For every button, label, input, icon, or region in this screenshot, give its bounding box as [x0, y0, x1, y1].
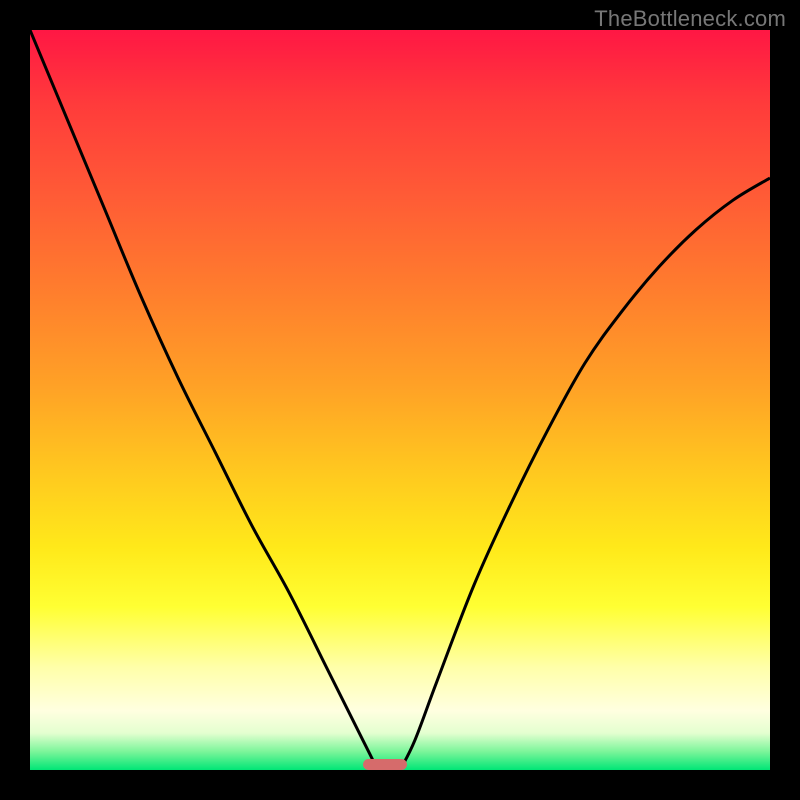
- plot-area: [30, 30, 770, 770]
- curve-left: [30, 30, 378, 770]
- curve-layer: [30, 30, 770, 770]
- curve-right: [400, 178, 770, 770]
- bottleneck-marker: [363, 759, 407, 770]
- chart-frame: TheBottleneck.com: [0, 0, 800, 800]
- watermark-text: TheBottleneck.com: [594, 6, 786, 32]
